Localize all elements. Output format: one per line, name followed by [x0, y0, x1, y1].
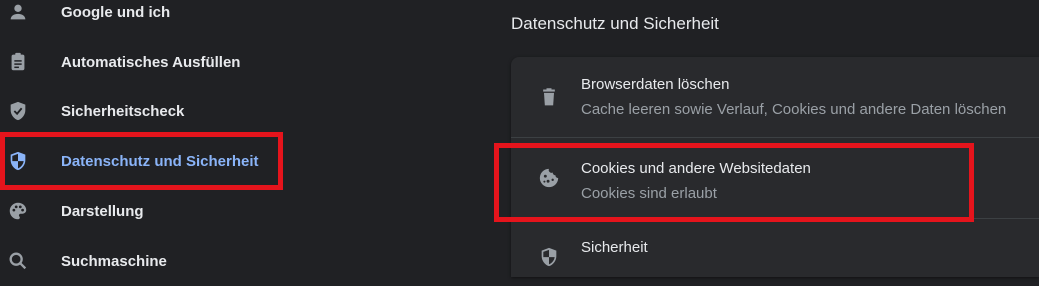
person-icon	[6, 0, 30, 24]
main-content: Datenschutz und Sicherheit Browserdaten …	[470, 0, 1039, 277]
sidebar-item-datenschutz-und-sicherheit[interactable]: Datenschutz und Sicherheit	[0, 136, 470, 186]
row-title: Sicherheit	[581, 239, 648, 256]
row-subtitle: Cookies sind erlaubt	[581, 185, 717, 202]
sidebar-item-label: Google und ich	[61, 3, 171, 21]
sidebar-item-automatisches-ausfuellen[interactable]: Automatisches Ausfüllen	[0, 37, 470, 87]
shield-icon	[537, 245, 561, 269]
sidebar: Google und ich Automatisches Ausfüllen S…	[0, 0, 470, 270]
row-title: Cookies und andere Websitedaten	[581, 160, 811, 177]
palette-icon	[6, 199, 30, 223]
sidebar-item-label: Automatisches Ausfüllen	[61, 53, 241, 71]
row-cookies-und-andere-websitedaten[interactable]: Cookies und andere Websitedaten Cookies …	[511, 138, 1039, 218]
sidebar-item-label: Darstellung	[61, 202, 144, 220]
row-title: Browserdaten löschen	[581, 76, 730, 93]
clipboard-icon	[6, 50, 30, 74]
row-browserdaten-loeschen[interactable]: Browserdaten löschen Cache leeren sowie …	[511, 57, 1039, 137]
sidebar-item-darstellung[interactable]: Darstellung	[0, 186, 470, 236]
sidebar-item-sicherheitscheck[interactable]: Sicherheitscheck	[0, 86, 470, 136]
section-title: Datenschutz und Sicherheit	[511, 14, 719, 33]
trash-icon	[537, 85, 561, 109]
sidebar-item-label: Sicherheitscheck	[61, 102, 185, 120]
privacy-shield-icon	[6, 149, 30, 173]
row-subtitle: Cache leeren sowie Verlauf, Cookies und …	[581, 101, 1007, 118]
sidebar-item-label: Datenschutz und Sicherheit	[61, 152, 259, 170]
search-icon	[6, 249, 30, 273]
row-sicherheit[interactable]: Sicherheit	[511, 219, 1039, 279]
shield-check-icon	[6, 99, 30, 123]
sidebar-item-google-und-ich[interactable]: Google und ich	[0, 0, 470, 37]
cookie-icon	[537, 166, 561, 190]
settings-card: Browserdaten löschen Cache leeren sowie …	[511, 57, 1039, 277]
sidebar-item-suchmaschine[interactable]: Suchmaschine	[0, 236, 470, 286]
sidebar-item-label: Suchmaschine	[61, 252, 167, 270]
